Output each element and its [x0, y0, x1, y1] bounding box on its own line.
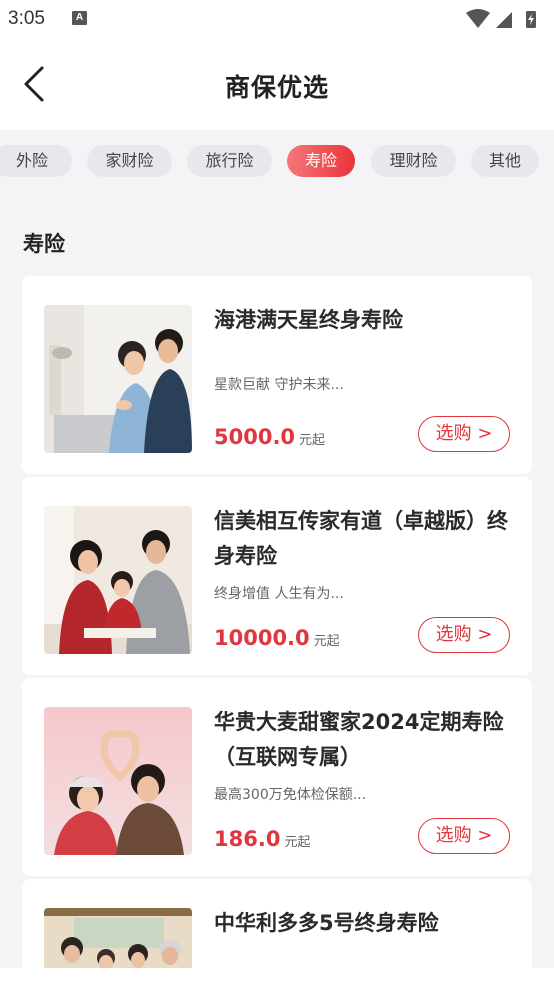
category-tabs: 外险 家财险 旅行险 寿险 理财险 其他 — [0, 145, 554, 177]
tab-home-property[interactable]: 家财险 — [87, 145, 172, 177]
nav-bar: 商保优选 — [0, 40, 554, 130]
product-description: 星款巨献 守护未来... — [214, 377, 344, 393]
product-title: 华贵大麦甜蜜家2024定期寿险（互联网专属） — [214, 710, 504, 769]
notification-icon: A — [72, 11, 87, 25]
product-image — [44, 305, 192, 453]
product-image — [44, 707, 192, 855]
wifi-icon — [466, 9, 490, 28]
product-description: 终身增值 人生有为... — [214, 586, 344, 602]
product-card[interactable]: 信美相互传家有道（卓越版）终身寿险 终身增值 人生有为... 10000.0 元起… — [22, 477, 532, 675]
section-title: 寿险 — [23, 232, 65, 256]
product-title: 中华利多多5号终身寿险 — [214, 911, 439, 935]
product-image — [44, 908, 192, 968]
product-price: 10000.0 元起 — [214, 626, 340, 650]
status-icons — [464, 8, 544, 30]
product-card[interactable]: 华贵大麦甜蜜家2024定期寿险（互联网专属） 最高300万免体检保额... 18… — [22, 678, 532, 876]
price-unit: 元起 — [313, 634, 340, 649]
buy-button[interactable]: 选购 > — [418, 818, 510, 854]
price-unit: 元起 — [284, 835, 311, 850]
price-value: 10000.0 — [214, 626, 310, 650]
tab-travel[interactable]: 旅行险 — [187, 145, 272, 177]
product-description: 最高300万免体检保额... — [214, 787, 367, 803]
price-value: 186.0 — [214, 827, 281, 851]
product-card[interactable]: 海港满天星终身寿险 星款巨献 守护未来... 5000.0 元起 选购 > — [22, 276, 532, 474]
tab-wealth[interactable]: 理财险 — [371, 145, 456, 177]
price-value: 5000.0 — [214, 425, 296, 449]
page-title: 商保优选 — [224, 73, 329, 102]
price-unit: 元起 — [299, 433, 326, 448]
tab-other[interactable]: 其他 — [471, 145, 539, 177]
bottom-edge — [0, 968, 554, 984]
product-title: 海港满天星终身寿险 — [214, 308, 403, 332]
status-bar: 3:05 A — [0, 0, 554, 40]
buy-button[interactable]: 选购 > — [418, 617, 510, 653]
tab-life[interactable]: 寿险 — [287, 145, 355, 177]
buy-button[interactable]: 选购 > — [418, 416, 510, 452]
signal-icon — [496, 12, 512, 28]
tab-overseas[interactable]: 外险 — [0, 145, 72, 177]
product-price: 5000.0 元起 — [214, 425, 325, 449]
status-time: 3:05 — [8, 8, 45, 29]
product-title: 信美相互传家有道（卓越版）终身寿险 — [214, 509, 508, 568]
product-card[interactable]: 中华利多多5号终身寿险 — [22, 879, 532, 968]
product-image — [44, 506, 192, 654]
product-price: 186.0 元起 — [214, 827, 310, 851]
